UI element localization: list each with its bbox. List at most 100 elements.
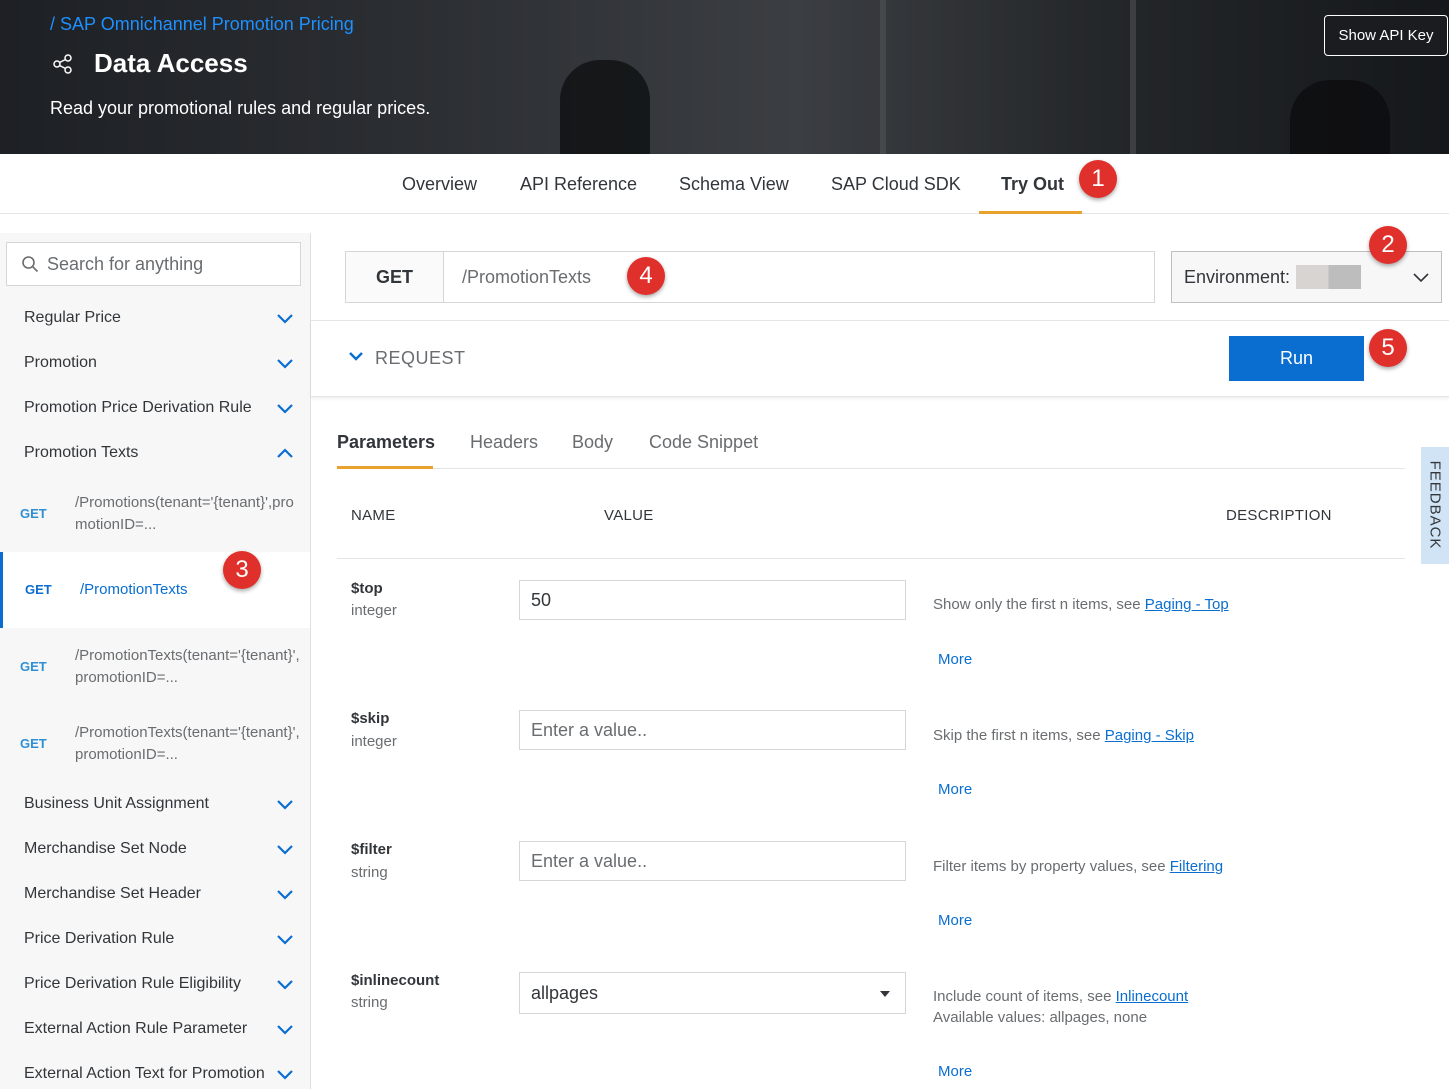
method-label: GET xyxy=(20,736,47,751)
tab-overview[interactable]: Overview xyxy=(402,174,477,195)
chevron-down-icon[interactable] xyxy=(276,1069,294,1081)
breadcrumb[interactable]: / SAP Omnichannel Promotion Pricing xyxy=(50,14,354,35)
param-filter-input[interactable] xyxy=(519,841,906,881)
page-title: Data Access xyxy=(94,48,248,78)
param-description-text: Filter items by property values, see xyxy=(933,858,1170,875)
environment-value-redacted xyxy=(1296,265,1362,289)
sidebar-group-price-derivation-rule[interactable]: Price Derivation Rule xyxy=(24,930,174,948)
divider xyxy=(337,558,1405,559)
sidebar-group-regular-price[interactable]: Regular Price xyxy=(24,309,121,327)
sidebar-group-price-derivation-rule-eligibility[interactable]: Price Derivation Rule Eligibility xyxy=(24,975,241,993)
http-method: GET xyxy=(346,252,444,302)
tab-try-out[interactable]: Try Out xyxy=(1001,174,1064,195)
share-icon[interactable] xyxy=(52,53,74,75)
sidebar-group-external-action-text-for-promotion[interactable]: External Action Text for Promotion xyxy=(24,1065,265,1083)
param-name: $inlinecount xyxy=(351,972,440,989)
annotation-marker-5: 5 xyxy=(1369,329,1407,367)
param-name: $top xyxy=(351,580,383,597)
chevron-down-icon xyxy=(349,352,363,361)
feedback-label: FEEDBACK xyxy=(1426,460,1444,550)
endpoint-path: /Promotions(tenant='{tenant}',promotionI… xyxy=(75,494,294,533)
run-button[interactable]: Run xyxy=(1229,336,1364,381)
caret-down-icon xyxy=(880,991,890,997)
param-description: Skip the first n items, see Paging - Ski… xyxy=(933,725,1194,746)
search-input[interactable] xyxy=(47,253,287,275)
more-link[interactable]: More xyxy=(938,651,972,668)
environment-select[interactable]: Environment: xyxy=(1171,251,1442,303)
method-label: GET xyxy=(20,659,47,674)
param-doc-link[interactable]: Paging - Top xyxy=(1145,596,1229,613)
chevron-down-icon[interactable] xyxy=(276,1024,294,1036)
param-description: Include count of items, see Inlinecount A… xyxy=(933,986,1188,1028)
method-label: GET xyxy=(25,582,52,597)
annotation-marker-4: 4 xyxy=(627,257,665,295)
sidebar-group-merchandise-set-header[interactable]: Merchandise Set Header xyxy=(24,885,201,903)
page-subtitle: Read your promotional rules and regular … xyxy=(50,98,431,118)
subtab-headers[interactable]: Headers xyxy=(470,432,538,453)
more-link[interactable]: More xyxy=(938,912,972,929)
tab-sap-cloud-sdk[interactable]: SAP Cloud SDK xyxy=(831,174,961,195)
select-value: allpages xyxy=(531,982,599,1003)
endpoint-path: /PromotionTexts xyxy=(80,581,188,598)
param-inlinecount-select[interactable]: allpages xyxy=(519,972,906,1014)
sidebar-group-external-action-rule-parameter[interactable]: External Action Rule Parameter xyxy=(24,1020,247,1038)
chevron-down-icon[interactable] xyxy=(276,844,294,856)
show-api-key-button[interactable]: Show API Key xyxy=(1324,15,1448,56)
tab-api-reference[interactable]: API Reference xyxy=(520,174,637,195)
feedback-tab[interactable]: FEEDBACK xyxy=(1421,447,1449,564)
main-tabs: Overview API Reference Schema View SAP C… xyxy=(0,154,1449,214)
subtab-parameters[interactable]: Parameters xyxy=(337,432,435,453)
param-description: Filter items by property values, see Fil… xyxy=(933,856,1223,877)
annotation-marker-1: 1 xyxy=(1079,160,1117,198)
request-subtabs: Parameters Headers Body Code Snippet xyxy=(337,420,1405,469)
sidebar-endpoint[interactable]: GET /PromotionTexts(tenant='{tenant}',pr… xyxy=(0,715,310,777)
column-header-description: DESCRIPTION xyxy=(1226,507,1332,524)
more-link[interactable]: More xyxy=(938,1063,972,1080)
sidebar-endpoint-selected[interactable]: GET /PromotionTexts xyxy=(0,552,310,628)
chevron-up-icon[interactable] xyxy=(276,447,294,459)
chevron-down-icon[interactable] xyxy=(276,889,294,901)
sidebar: Regular Price Promotion Promotion Price … xyxy=(0,233,311,1089)
active-subtab-indicator xyxy=(337,466,433,469)
endpoint-path: /PromotionTexts(tenant='{tenant}',promot… xyxy=(75,647,300,686)
sidebar-group-promotion-price-derivation-rule[interactable]: Promotion Price Derivation Rule xyxy=(24,399,252,417)
chevron-down-icon[interactable] xyxy=(276,403,294,415)
param-skip-input[interactable] xyxy=(519,710,906,750)
param-type: integer xyxy=(351,733,397,750)
environment-label: Environment: xyxy=(1184,266,1291,287)
chevron-down-icon xyxy=(1413,273,1429,283)
chevron-down-icon[interactable] xyxy=(276,934,294,946)
search-box[interactable] xyxy=(6,242,301,286)
param-doc-link[interactable]: Inlinecount xyxy=(1116,988,1189,1005)
param-description-text: Skip the first n items, see xyxy=(933,727,1105,744)
param-description: Show only the first n items, see Paging … xyxy=(933,594,1229,615)
request-label: REQUEST xyxy=(375,348,466,368)
param-name: $skip xyxy=(351,710,390,727)
chevron-down-icon[interactable] xyxy=(276,799,294,811)
sidebar-endpoint[interactable]: GET /Promotions(tenant='{tenant}',promot… xyxy=(0,485,310,547)
param-doc-link[interactable]: Filtering xyxy=(1170,858,1223,875)
sidebar-group-promotion-texts[interactable]: Promotion Texts xyxy=(24,444,138,462)
search-icon xyxy=(22,256,39,273)
param-type: integer xyxy=(351,602,397,619)
sidebar-endpoint[interactable]: GET /PromotionTexts(tenant='{tenant}',pr… xyxy=(0,638,310,700)
request-path: /PromotionTexts xyxy=(462,266,592,287)
annotation-marker-3: 3 xyxy=(223,551,261,589)
chevron-down-icon[interactable] xyxy=(276,358,294,370)
tab-schema-view[interactable]: Schema View xyxy=(679,174,789,195)
sidebar-group-business-unit-assignment[interactable]: Business Unit Assignment xyxy=(24,795,209,813)
param-doc-link[interactable]: Paging - Skip xyxy=(1105,727,1194,744)
param-available-values: Available values: allpages, none xyxy=(933,1009,1148,1026)
param-top-input[interactable] xyxy=(519,580,906,620)
column-header-value: VALUE xyxy=(604,507,654,524)
more-link[interactable]: More xyxy=(938,781,972,798)
active-tab-indicator xyxy=(979,211,1082,214)
sidebar-group-promotion[interactable]: Promotion xyxy=(24,354,97,372)
chevron-down-icon[interactable] xyxy=(276,979,294,991)
subtab-code-snippet[interactable]: Code Snippet xyxy=(649,432,758,453)
sidebar-group-merchandise-set-node[interactable]: Merchandise Set Node xyxy=(24,840,187,858)
chevron-down-icon[interactable] xyxy=(276,313,294,325)
subtab-body[interactable]: Body xyxy=(572,432,613,453)
param-type: string xyxy=(351,864,388,881)
request-url-bar: GET /PromotionTexts xyxy=(345,251,1155,303)
